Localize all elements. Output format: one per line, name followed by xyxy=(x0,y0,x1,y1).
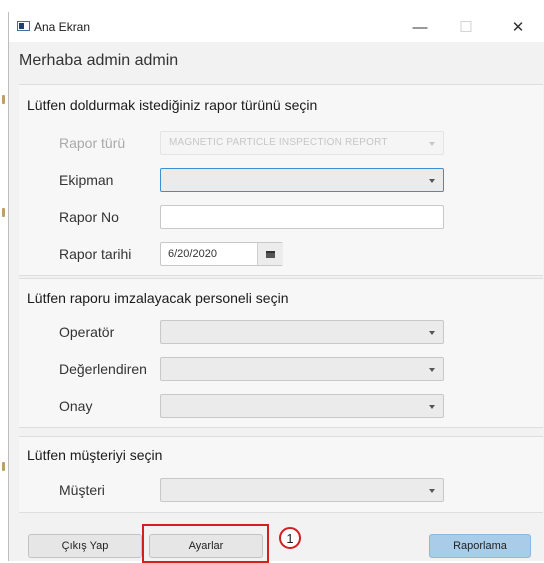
equipment-combo[interactable] xyxy=(160,168,444,192)
window-title: Ana Ekran xyxy=(34,20,91,34)
report-section-title: Lütfen doldurmak istediğiniz rapor türün… xyxy=(27,97,318,113)
close-icon: ✕ xyxy=(511,19,525,36)
chevron-down-icon xyxy=(429,405,435,409)
minimize-button[interactable]: — xyxy=(397,12,443,42)
chevron-down-icon xyxy=(429,489,435,493)
operator-label: Operatör xyxy=(59,324,115,340)
report-type-section: Lütfen doldurmak istediğiniz rapor türün… xyxy=(19,84,543,276)
maximize-icon: ☐ xyxy=(459,19,473,36)
maximize-button[interactable]: ☐ xyxy=(443,12,489,42)
step-number-badge: 1 xyxy=(279,527,301,549)
background-window-edge xyxy=(2,462,5,471)
customer-label: Müşteri xyxy=(59,482,105,498)
personnel-section-title: Lütfen raporu imzalayacak personeli seçi… xyxy=(27,290,289,306)
operator-combo[interactable] xyxy=(160,320,444,344)
evaluator-combo[interactable] xyxy=(160,357,444,381)
personnel-section: Lütfen raporu imzalayacak personeli seçi… xyxy=(19,278,543,428)
chevron-down-icon xyxy=(429,368,435,372)
settings-highlight-box xyxy=(142,524,269,563)
equipment-label: Ekipman xyxy=(59,172,114,188)
customer-combo[interactable] xyxy=(160,478,444,502)
report-type-combo: MAGNETIC PARTICLE INSPECTION REPORT xyxy=(160,131,444,155)
background-window-edge xyxy=(2,95,5,104)
approval-combo[interactable] xyxy=(160,394,444,418)
chevron-down-icon xyxy=(429,179,435,183)
minimize-icon: — xyxy=(412,18,428,36)
background-window-edge xyxy=(2,208,5,217)
customer-section: Lütfen müşteriyi seçin Müşteri xyxy=(19,436,543,513)
calendar-icon xyxy=(266,250,275,258)
logout-button[interactable]: Çıkış Yap xyxy=(28,534,142,558)
title-bar: Ana Ekran — ☐ ✕ xyxy=(9,12,544,42)
approval-label: Onay xyxy=(59,398,93,414)
report-date-value: 6/20/2020 xyxy=(168,248,217,260)
report-date-label: Rapor tarihi xyxy=(59,246,132,262)
report-type-label: Rapor türü xyxy=(59,135,126,151)
close-button[interactable]: ✕ xyxy=(495,12,541,42)
app-window-icon xyxy=(17,21,30,31)
greeting-text: Merhaba admin admin xyxy=(19,52,179,69)
calendar-button[interactable] xyxy=(257,243,283,265)
report-button[interactable]: Raporlama xyxy=(429,534,531,558)
evaluator-label: Değerlendiren xyxy=(59,361,147,377)
main-window: Ana Ekran — ☐ ✕ Merhaba admin admin Lütf… xyxy=(8,12,544,563)
chevron-down-icon xyxy=(429,331,435,335)
chevron-down-icon xyxy=(429,142,435,146)
report-no-input[interactable] xyxy=(160,205,444,229)
report-type-value: MAGNETIC PARTICLE INSPECTION REPORT xyxy=(169,137,388,148)
customer-section-title: Lütfen müşteriyi seçin xyxy=(27,447,163,463)
report-date-picker[interactable]: 6/20/2020 xyxy=(160,242,283,266)
report-no-label: Rapor No xyxy=(59,209,119,225)
